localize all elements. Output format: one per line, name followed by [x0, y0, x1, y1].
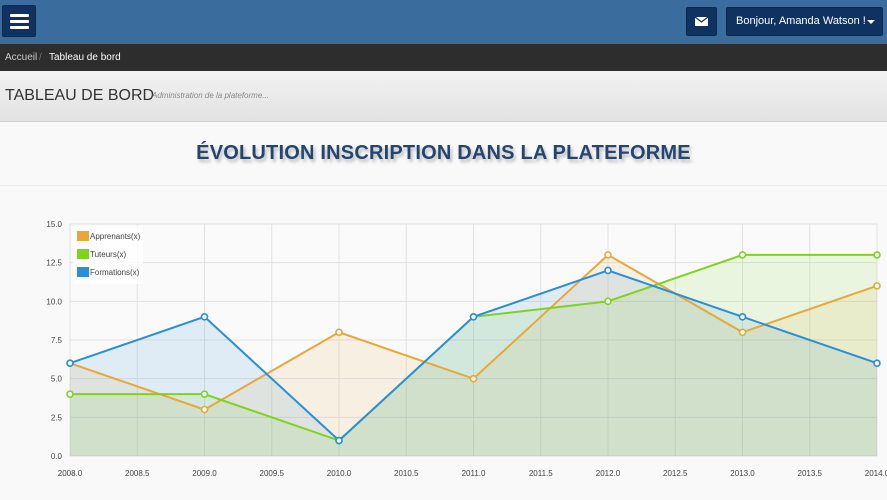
legend-swatch: [77, 249, 89, 259]
x-tick-label: 2008.5: [125, 469, 150, 478]
y-tick-label: 10.0: [46, 297, 62, 306]
x-tick-label: 2010.5: [394, 469, 419, 478]
envelope-icon[interactable]: [686, 7, 717, 36]
data-point: [873, 251, 881, 259]
data-point: [604, 297, 612, 306]
data-point: [469, 374, 478, 383]
breadcrumb-home-link[interactable]: Accueil: [5, 44, 37, 71]
x-tick-label: 2014.0: [865, 469, 887, 478]
x-tick-label: 2013.0: [730, 469, 755, 478]
data-point: [66, 390, 74, 398]
breadcrumb: Accueil / Tableau de bord: [0, 44, 887, 71]
data-point: [66, 359, 74, 367]
data-point: [200, 390, 209, 398]
data-point: [738, 328, 747, 337]
x-tick-label: 2011.0: [462, 469, 486, 478]
page-title: TABLEAU DE BORD: [5, 87, 155, 104]
y-tick-label: 7.5: [51, 336, 63, 345]
legend-swatch: [77, 231, 89, 241]
breadcrumb-current: Tableau de bord: [49, 52, 121, 63]
legend-item-formations: Formations(x): [77, 266, 157, 278]
data-point: [873, 282, 881, 290]
page-header: TABLEAU DE BORD Administration de la pla…: [0, 71, 887, 122]
data-point: [873, 359, 881, 367]
hamburger-menu-icon[interactable]: [2, 5, 36, 37]
caret-down-icon: [867, 20, 875, 24]
x-tick-label: 2008.0: [58, 469, 83, 478]
x-tick-label: 2010.0: [327, 469, 352, 478]
legend-label: Apprenants(x): [90, 232, 141, 241]
x-tick-label: 2013.5: [798, 469, 823, 478]
chart-title: ÉVOLUTION INSCRIPTION DANS LA PLATEFORME: [196, 142, 691, 164]
data-point: [335, 328, 343, 337]
x-tick-label: 2009.5: [260, 469, 285, 478]
divider: [0, 185, 887, 186]
x-tick-label: 2012.5: [663, 469, 688, 478]
top-navbar: Bonjour, Amanda Watson !: [0, 0, 887, 44]
breadcrumb-separator: /: [39, 52, 42, 63]
x-tick-label: 2012.0: [596, 469, 621, 478]
data-point: [738, 313, 747, 321]
legend-label: Tuteurs(x): [90, 250, 127, 259]
legend-item-tuteurs: Tuteurs(x): [77, 248, 157, 260]
data-point: [469, 313, 478, 321]
data-point: [604, 266, 612, 275]
chart-legend: Apprenants(x) Tuteurs(x) Formations(x): [73, 226, 143, 284]
legend-item-apprenants: Apprenants(x): [77, 230, 157, 242]
data-point: [200, 313, 209, 321]
user-greeting: Bonjour, Amanda Watson !: [736, 15, 866, 27]
y-tick-label: 2.5: [51, 413, 63, 422]
page-subtitle: Administration de la plateforme...: [152, 91, 269, 100]
data-point: [200, 405, 209, 414]
y-tick-label: 12.5: [46, 259, 62, 268]
data-point: [335, 436, 343, 445]
x-tick-label: 2009.0: [192, 469, 217, 478]
data-point: [604, 251, 612, 259]
y-tick-label: 15.0: [46, 220, 62, 229]
legend-swatch: [77, 267, 89, 277]
x-tick-label: 2011.5: [529, 469, 553, 478]
user-menu-button[interactable]: Bonjour, Amanda Watson !: [726, 7, 883, 36]
data-point: [738, 251, 747, 259]
legend-label: Formations(x): [90, 268, 140, 277]
y-tick-label: 5.0: [51, 375, 63, 384]
y-tick-label: 0.0: [51, 452, 63, 461]
